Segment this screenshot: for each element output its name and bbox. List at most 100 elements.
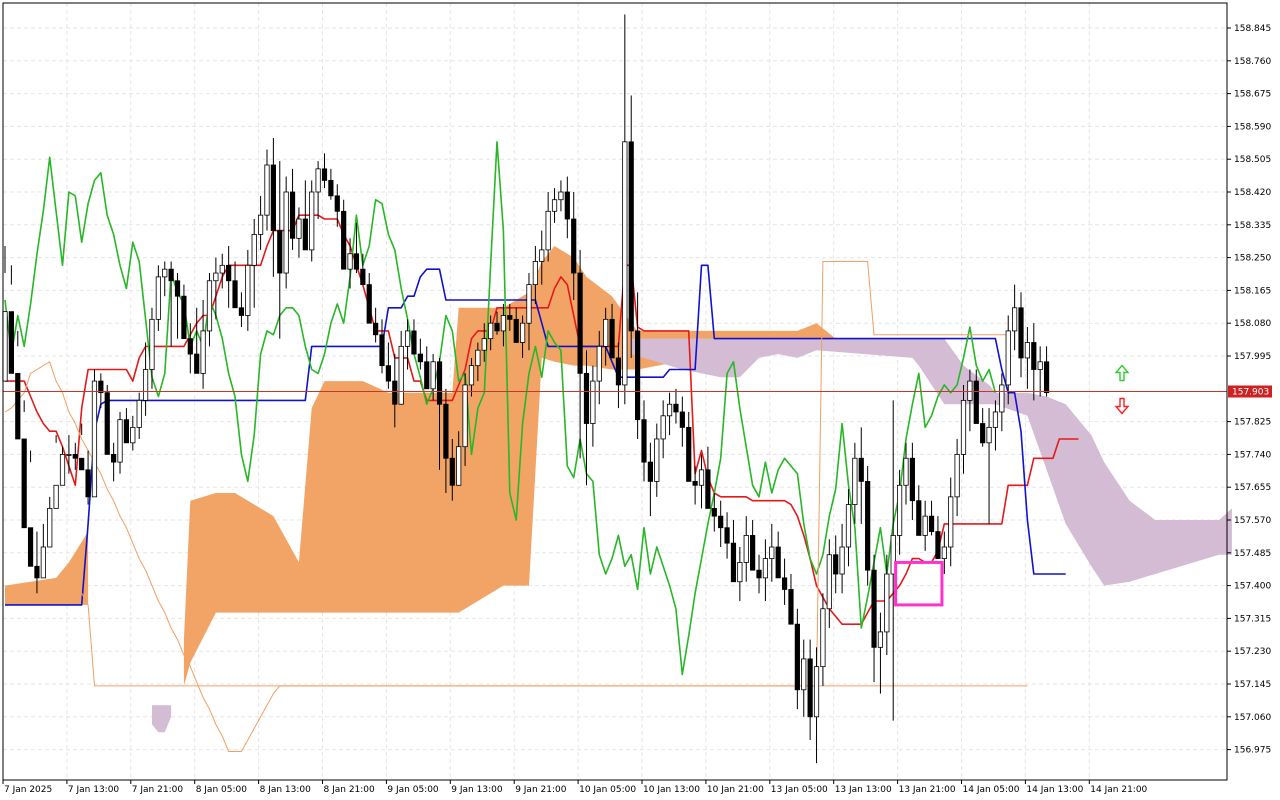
candle-body-bull [66,453,72,456]
candle-body-bull [877,631,884,648]
candle-body-bear [980,423,986,444]
candle-body-bear [756,569,762,579]
x-tick-label: 14 Jan 05:00 [963,785,1020,795]
candle-body-bear [443,403,449,459]
candle-body-bull [155,276,161,320]
candle-body-bear [775,546,781,579]
y-tick-label: 157.655 [1234,483,1271,493]
x-tick-label: 14 Jan 13:00 [1026,785,1083,795]
candle-body-bull [545,210,551,251]
candle[interactable] [309,180,315,262]
candle-body-bear [226,264,232,282]
candle-body-bull [430,361,436,390]
candle-body-bear [928,515,935,532]
candle-body-bull [519,322,526,343]
candle-body-bull [264,164,270,216]
candle-body-bear [238,307,245,316]
candle-body-bull [992,411,999,428]
y-tick-label: 157.145 [1234,680,1271,690]
candle-body-bear [334,195,340,212]
candle-body-bull [954,453,960,498]
candle-body-bear [341,210,347,270]
candle-body-bull [53,484,59,509]
candle-body-bull [488,322,494,340]
candle-body-bull [475,349,481,367]
x-tick-label: 8 Jan 21:00 [324,785,376,795]
candle-body-bull [590,380,596,424]
candle-body-bull [91,380,98,498]
candle-body-bear [1018,307,1024,359]
candle-body-bear [194,353,200,374]
candle-body-bull [40,546,46,579]
x-tick-label: 8 Jan 05:00 [196,785,248,795]
candle-body-bear [865,481,871,571]
candle-body-bull [826,554,832,610]
candle-body-bear [392,380,398,405]
candle[interactable] [91,369,98,498]
candle-body-bear [168,268,174,282]
candle-body-bear [1043,361,1050,394]
candle-body-bull [468,365,475,386]
candle-body-bear [788,589,794,625]
current-price-label: 157.903 [1232,388,1269,398]
candle-body-bear [973,380,979,424]
candle-body-bull [200,330,206,374]
y-tick-label: 157.060 [1234,713,1271,723]
y-tick-label: 158.250 [1234,254,1271,264]
candle-body-bear [711,508,717,517]
x-tick-label: 9 Jan 05:00 [387,785,439,795]
candle-body-bull [948,496,954,548]
candle-body-bull [941,546,947,559]
candle-body-bear [730,542,737,583]
candle-body-bear [1031,342,1037,370]
candle-body-bull [404,330,411,347]
candle-body-bear [72,453,78,459]
candle-body-bear [373,322,379,336]
candle-body-bear [571,218,577,274]
candle-body-bull [500,315,507,332]
y-tick-label: 158.675 [1234,90,1271,100]
candle[interactable] [865,465,871,586]
y-tick-label: 156.975 [1234,746,1271,756]
candle-body-bear [174,280,181,297]
candle-body-bear [673,403,679,413]
y-tick-label: 157.570 [1234,516,1271,526]
candle-body-bear [807,658,813,718]
candle-body-bear [628,141,634,332]
candle[interactable] [104,384,110,455]
candle-body-bull [986,426,992,444]
candle-body-bear [181,295,187,340]
x-tick-label: 10 Jan 13:00 [643,785,700,795]
candle-body-bull [922,515,928,536]
candle-body-bull [539,249,545,262]
x-tick-label: 8 Jan 13:00 [260,785,312,795]
candle-body-bear [615,357,622,386]
candle-body-bull [999,384,1005,413]
x-tick-label: 13 Jan 21:00 [899,785,956,795]
candle-body-bear [385,365,392,382]
x-tick-label: 9 Jan 21:00 [515,785,567,795]
candle-body-bear [104,392,110,455]
candle-body-bull [1024,342,1030,359]
candle-body-bull [769,546,775,559]
candle-body-bear [98,380,104,394]
candle-body-bull [960,399,967,455]
chart-canvas: 158.845 158.760 158.675 158.590 158.505 158.4… [0,0,1280,800]
candle-body-bear [353,253,360,270]
candle-body-bear [781,577,788,590]
y-tick-label: 157.995 [1234,352,1271,362]
y-tick-label: 158.760 [1234,57,1271,67]
candle-body-bear [724,527,730,544]
candle-body-bull [1005,330,1011,386]
candle[interactable] [283,176,289,289]
candle-body-bear [935,531,941,559]
candle-body-bull [801,658,807,691]
candle-body-bear [366,284,372,324]
candle-body-bull [117,419,123,463]
y-tick-label: 157.485 [1234,549,1271,559]
candle-body-bear [8,311,14,374]
candle-body-bull [526,284,532,324]
y-tick-label: 158.420 [1234,188,1271,198]
candle-body-bull [347,253,353,270]
y-tick-label: 157.315 [1234,614,1271,624]
